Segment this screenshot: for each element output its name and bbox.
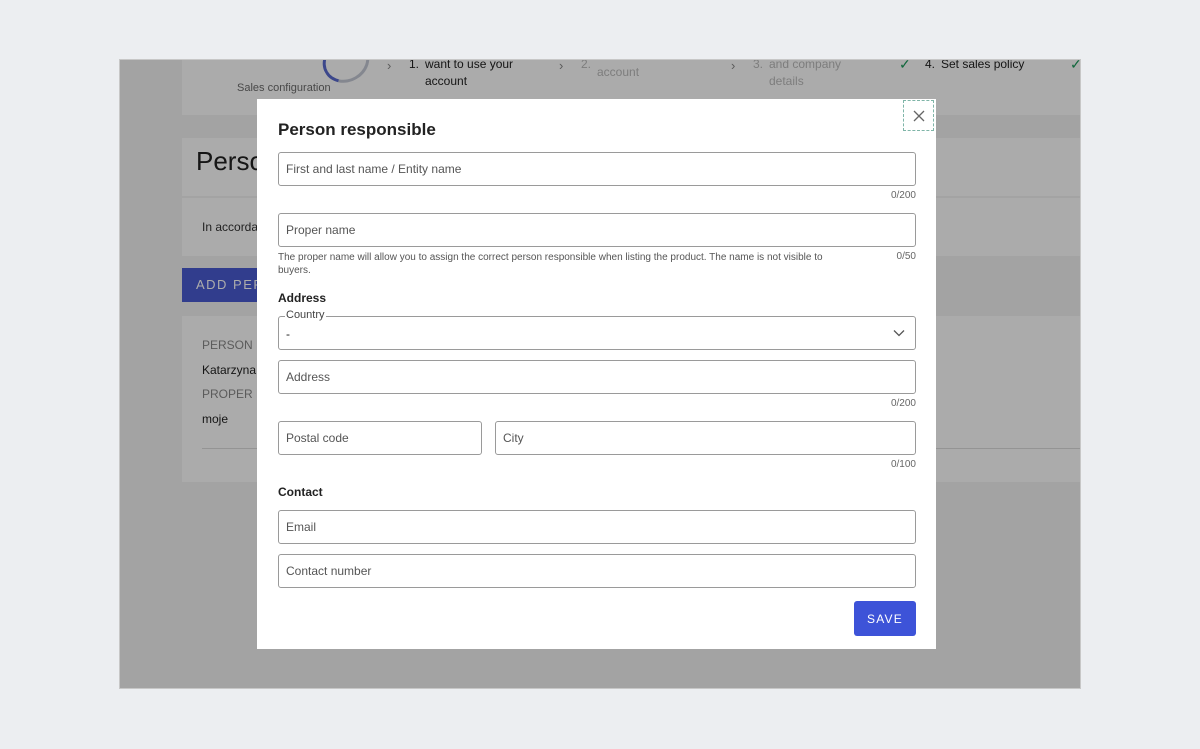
contact-number-input[interactable] bbox=[279, 555, 915, 587]
address-counter: 0/200 bbox=[890, 398, 916, 409]
name-field[interactable] bbox=[278, 152, 916, 186]
proper-name-counter: 0/50 bbox=[896, 251, 916, 262]
city-field[interactable] bbox=[495, 421, 916, 455]
postal-code-input[interactable] bbox=[279, 422, 481, 454]
chevron-down-icon bbox=[893, 330, 905, 337]
address-section-label: Address bbox=[278, 291, 327, 305]
address-input[interactable] bbox=[279, 361, 915, 393]
city-input[interactable] bbox=[496, 422, 915, 454]
name-input[interactable] bbox=[279, 153, 915, 185]
contact-section-label: Contact bbox=[278, 485, 323, 499]
name-counter: 0/200 bbox=[890, 190, 916, 201]
contact-number-field[interactable] bbox=[278, 554, 916, 588]
email-field[interactable] bbox=[278, 510, 916, 544]
address-field[interactable] bbox=[278, 360, 916, 394]
dialog-title: Person responsible bbox=[278, 120, 436, 139]
proper-name-helper: The proper name will allow you to assign… bbox=[278, 252, 823, 276]
close-icon bbox=[913, 110, 924, 121]
country-value: - bbox=[286, 327, 290, 341]
email-input[interactable] bbox=[279, 511, 915, 543]
proper-name-input[interactable] bbox=[279, 214, 915, 246]
country-legend: Country bbox=[285, 309, 326, 321]
proper-name-field[interactable] bbox=[278, 213, 916, 247]
country-select[interactable]: Country - bbox=[278, 309, 916, 350]
postal-code-field[interactable] bbox=[278, 421, 482, 455]
person-responsible-dialog: Person responsible 0/200 The proper name… bbox=[257, 99, 936, 649]
save-button[interactable]: SAVE bbox=[854, 601, 916, 636]
city-counter: 0/100 bbox=[890, 459, 916, 470]
close-button[interactable] bbox=[903, 100, 934, 131]
